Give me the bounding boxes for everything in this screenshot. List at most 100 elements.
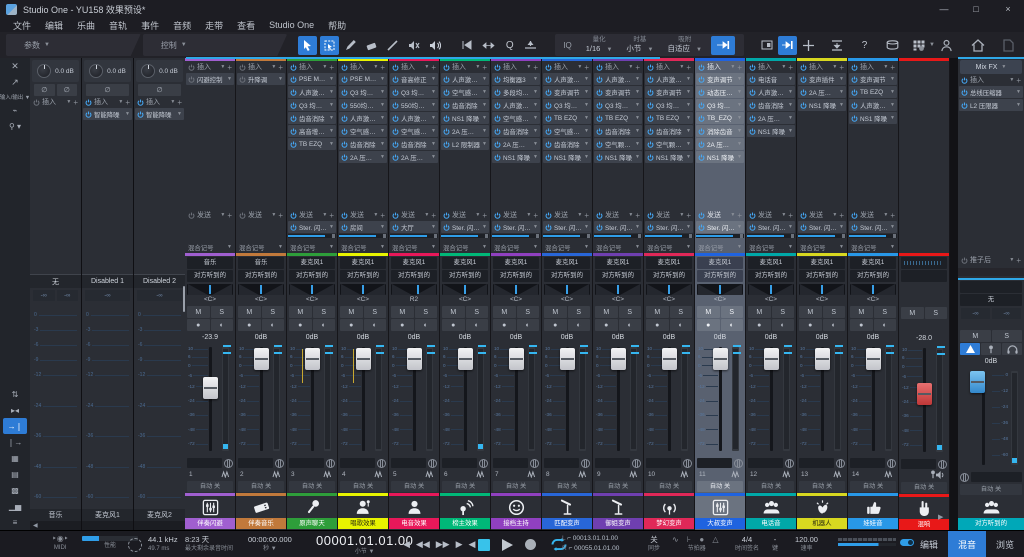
power-icon[interactable] [647, 224, 654, 231]
power-icon[interactable] [341, 64, 348, 71]
output-box[interactable] [960, 281, 1022, 293]
add-button[interactable]: + [737, 63, 742, 72]
add-button[interactable]: + [737, 211, 742, 220]
output-route[interactable]: 对方听到的 [289, 270, 335, 282]
fader-handle[interactable] [407, 348, 422, 370]
mix-marker-dropdown[interactable]: 混合记号▼ [338, 241, 388, 253]
insert-slot[interactable]: NS1 降噪▼ [543, 151, 591, 163]
send-slot[interactable]: 大厅▼ [390, 221, 438, 233]
channel-name[interactable]: 唱歌效果 [338, 518, 388, 529]
range-tool-button[interactable] [320, 36, 339, 55]
insert-slot[interactable]: 变声插件▼ [798, 73, 846, 85]
power-icon[interactable] [290, 212, 297, 219]
channel-name[interactable]: 电音效果 [389, 518, 439, 529]
metronome-controls[interactable]: ∿ ⊦ ● △ 节拍器 [672, 536, 722, 552]
power-icon[interactable] [494, 212, 501, 219]
automation-mode[interactable]: 自动 关 [340, 481, 386, 492]
power-icon[interactable] [698, 102, 705, 109]
monitor-button[interactable]: ◐ [721, 319, 744, 331]
add-button[interactable]: + [431, 211, 436, 220]
insert-slot[interactable]: 2A 压缩器▼ [798, 86, 846, 98]
channel-icon[interactable] [958, 496, 1024, 518]
chevron-down-icon[interactable]: ▼ [533, 128, 538, 134]
monitor-button[interactable]: ◐ [211, 319, 234, 331]
send-level-bar[interactable] [747, 234, 795, 238]
power-icon[interactable] [647, 89, 654, 96]
insert-slot[interactable]: L2 压限器▼ [959, 99, 1023, 111]
power-icon[interactable] [647, 154, 654, 161]
record-arm-button[interactable]: ● [391, 319, 414, 331]
chevron-down-icon[interactable]: ▼ [737, 154, 742, 160]
inserts-header[interactable]: 插入▼+ [236, 61, 286, 73]
insert-slot[interactable]: 空气感增强5▼ [543, 125, 591, 137]
insert-slot[interactable]: 闪避控制▼ [186, 73, 234, 85]
power-icon[interactable] [341, 102, 348, 109]
inserts-header[interactable]: 插入▼+ [695, 61, 745, 73]
input-route[interactable]: 麦克风1 [340, 257, 386, 269]
mix-marker-dropdown[interactable]: 混合记号▼ [440, 241, 490, 253]
output-route[interactable]: 对方听到的 [595, 270, 641, 282]
power-icon[interactable] [494, 89, 501, 96]
chevron-down-icon[interactable]: ▼ [883, 212, 888, 218]
chevron-down-icon[interactable]: ▼ [635, 76, 640, 82]
insert-slot[interactable]: 齿音消除▼ [390, 138, 438, 150]
chevron-down-icon[interactable]: ▼ [737, 115, 742, 121]
step-forward-button[interactable]: ▶ [456, 539, 463, 550]
pads-view-icon[interactable]: ▩ [3, 482, 27, 498]
power-icon[interactable] [188, 64, 195, 71]
send-slot[interactable]: Ster. 闪避控制▼ [798, 221, 846, 233]
channel-icon[interactable] [338, 496, 388, 518]
channel-icon[interactable] [185, 496, 235, 518]
sends-header[interactable]: 发送▼+ [389, 209, 439, 221]
menu-item-4[interactable]: 事件 [141, 19, 159, 32]
chevron-down-icon[interactable]: ▼ [482, 141, 487, 147]
chevron-down-icon[interactable]: ▼ [118, 99, 123, 105]
mix-marker-dropdown[interactable]: 混合记号▼ [695, 241, 745, 253]
insert-slot[interactable]: Q3 均衡器1▼ [288, 99, 336, 111]
chevron-down-icon[interactable]: ▼ [635, 224, 640, 230]
input-route[interactable]: 音乐 [187, 257, 233, 269]
insert-slot[interactable]: 550均衡器▼ [390, 99, 438, 111]
chevron-down-icon[interactable]: ▼ [380, 154, 385, 160]
insert-slot[interactable]: 人声激励器▼ [594, 73, 642, 85]
insert-slot[interactable]: 空气感增强2▼ [441, 86, 489, 98]
channel-icon[interactable] [695, 496, 745, 518]
insert-slot[interactable]: TB EZQ▼ [594, 112, 642, 124]
fader-handle[interactable] [509, 348, 524, 370]
chevron-down-icon[interactable]: ▼ [737, 102, 742, 108]
channel-strip[interactable]: 插入▼+人声激励器▼空气感增强2▼齿音消除▼NS1 降噪▼2A 压缩器▼L2 限… [440, 58, 490, 530]
mute-button[interactable]: M [289, 306, 312, 318]
input-route[interactable]: 麦克风1 [799, 257, 845, 269]
home-icon[interactable] [971, 39, 985, 52]
chevron-down-icon[interactable]: ▼ [271, 212, 276, 218]
sends-header[interactable]: 发送▼+ [287, 209, 337, 221]
chevron-down-icon[interactable]: ▼ [686, 128, 691, 134]
input-route[interactable]: 麦克风1 [493, 257, 539, 269]
power-icon[interactable] [851, 64, 858, 71]
power-icon[interactable] [85, 99, 92, 106]
add-button[interactable]: + [482, 63, 487, 72]
fader-handle[interactable] [866, 348, 881, 370]
chevron-down-icon[interactable]: ▼ [584, 244, 589, 250]
stop-button[interactable] [478, 539, 490, 551]
inserts-header[interactable]: 插入▼+ [958, 74, 1024, 86]
automation-mode[interactable]: 自动 关 [493, 481, 539, 492]
chevron-down-icon[interactable]: ▼ [482, 244, 487, 250]
power-icon[interactable] [545, 154, 552, 161]
channel-icon[interactable] [797, 496, 847, 518]
power-icon[interactable] [545, 128, 552, 135]
power-icon[interactable] [800, 102, 807, 109]
channel-strip[interactable]: 插入▼+均衡器3▼多段均衡器▼人声激励器▼空气感增强4▼齿音消除▼2A 压缩器▼… [491, 58, 541, 530]
crosshair-toggle[interactable] [799, 36, 818, 55]
power-icon[interactable] [341, 115, 348, 122]
snap-dropdown[interactable]: 吸附 自适应 ▼ [667, 37, 702, 54]
chevron-down-icon[interactable]: ▼ [482, 224, 487, 230]
power-icon[interactable] [392, 154, 399, 161]
inserts-header[interactable]: 插入▼+ [542, 61, 592, 73]
timebase-dropdown[interactable]: 时基 小节 ▼ [626, 37, 653, 54]
mute-tool-button[interactable] [404, 36, 423, 55]
mix-marker-dropdown[interactable]: 混合记号▼ [746, 241, 796, 253]
meter-mode-icon[interactable] [734, 459, 743, 468]
insert-slot[interactable]: PSE Mono▼ [288, 73, 336, 85]
send-slot[interactable]: Ster. 闪避控制▼ [441, 221, 489, 233]
